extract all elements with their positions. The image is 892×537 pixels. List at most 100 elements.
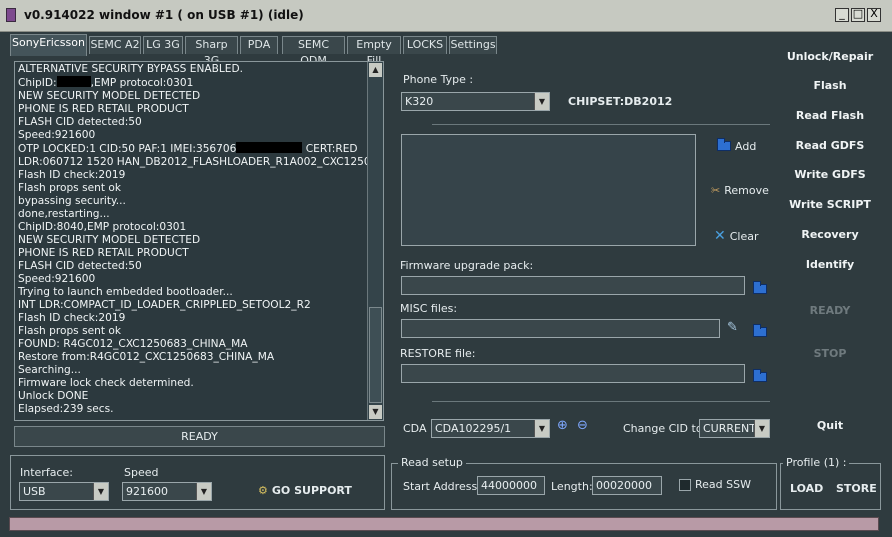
progress-bar <box>9 517 879 531</box>
change-cid-select[interactable]: CURRENT ▼ <box>699 419 770 438</box>
log-line: ChipID:8040,EMP protocol:0301 <box>18 221 187 233</box>
log-line: Speed:921600 <box>18 273 96 285</box>
folder-icon[interactable] <box>753 324 767 337</box>
log-panel[interactable]: ALTERNATIVE SECURITY BYPASS ENABLED. Chi… <box>14 61 384 421</box>
write-gdfs-button[interactable]: Write GDFS <box>780 168 880 181</box>
interface-select[interactable]: USB ▼ <box>19 482 109 501</box>
store-profile-button[interactable]: STORE <box>836 482 877 495</box>
tab-empty-fill[interactable]: Empty Fill <box>347 36 401 67</box>
load-profile-button[interactable]: LOAD <box>790 482 823 495</box>
maximize-button[interactable]: □ <box>851 7 865 22</box>
log-line-text: ChipID: <box>18 77 57 89</box>
add-button[interactable]: Add <box>717 138 757 153</box>
flash-button[interactable]: Flash <box>780 79 880 92</box>
log-line: PHONE IS RED RETAIL PRODUCT <box>18 103 189 115</box>
ready-indicator: READY <box>809 304 851 317</box>
tab-lg-3g[interactable]: LG 3G <box>143 36 183 54</box>
speed-value: 921600 <box>126 485 168 498</box>
cda-label: CDA <box>403 422 427 435</box>
add-label: Add <box>735 140 757 153</box>
maximize-icon: □ <box>852 7 864 20</box>
speed-label: Speed <box>124 466 159 479</box>
close-button[interactable]: X <box>867 7 881 22</box>
clear-label: Clear <box>729 230 759 243</box>
phone-type-select[interactable]: K320 ▼ <box>401 92 550 111</box>
log-line: Flash ID check:2019 <box>18 169 126 181</box>
log-line: Firmware lock check determined. <box>18 377 194 389</box>
restore-field[interactable] <box>401 364 745 383</box>
tab-pda[interactable]: PDA <box>240 36 278 54</box>
log-line: bypassing security... <box>18 195 126 207</box>
clear-icon: ✕ <box>714 228 726 244</box>
log-line: OTP LOCKED:1 CID:50 PAF:1 IMEI:356706 CE… <box>18 142 368 156</box>
start-address-label: Start Address: <box>403 480 481 493</box>
minimize-icon: _ <box>839 7 845 20</box>
folder-icon[interactable] <box>753 369 767 382</box>
interface-value: USB <box>23 485 46 498</box>
log-line: NEW SECURITY MODEL DETECTED <box>18 234 201 246</box>
cda-select[interactable]: CDA102295/1 ▼ <box>431 419 550 438</box>
remove-cda-icon[interactable]: ⊖ <box>577 418 588 433</box>
change-cid-label: Change CID to <box>623 422 703 435</box>
write-script-button[interactable]: Write SCRIPT <box>780 198 880 211</box>
log-lines: ALTERNATIVE SECURITY BYPASS ENABLED. Chi… <box>18 63 384 416</box>
scroll-thumb[interactable] <box>369 307 382 403</box>
window-title: v0.914022 window #1 ( on USB #1) (idle) <box>24 8 304 22</box>
log-line: FLASH CID detected:50 <box>18 260 142 272</box>
tab-semc-odm[interactable]: SEMC ODM <box>282 36 345 67</box>
cda-value: CDA102295/1 <box>435 422 512 435</box>
divider <box>432 401 770 402</box>
misc-field[interactable] <box>401 319 720 338</box>
quit-button[interactable]: Quit <box>780 419 880 432</box>
read-gdfs-button[interactable]: Read GDFS <box>780 139 880 152</box>
chevron-down-icon: ▼ <box>93 483 108 500</box>
scroll-up-icon[interactable]: ▲ <box>369 63 382 77</box>
identify-button[interactable]: Identify <box>780 258 880 271</box>
minimize-button[interactable]: _ <box>835 7 849 22</box>
scroll-down-icon[interactable]: ▼ <box>369 405 382 419</box>
title-bar: v0.914022 window #1 ( on USB #1) (idle) … <box>0 0 892 32</box>
remove-label: Remove <box>724 184 769 197</box>
tab-sharp-3g[interactable]: Sharp 3G <box>185 36 238 67</box>
change-cid-value: CURRENT <box>703 422 756 435</box>
log-line-text: CERT:RED <box>302 143 358 155</box>
tab-locks[interactable]: LOCKS <box>403 36 447 54</box>
read-flash-button[interactable]: Read Flash <box>780 109 880 122</box>
log-line: PHONE IS RED RETAIL PRODUCT <box>18 247 189 259</box>
read-ssw-checkbox[interactable] <box>679 479 691 491</box>
add-cda-icon[interactable]: ⊕ <box>557 418 568 433</box>
go-support-button[interactable]: ⚙ GO SUPPORT <box>258 484 352 497</box>
length-field[interactable]: 00020000 <box>592 476 662 495</box>
remove-button[interactable]: ✂ Remove <box>711 184 769 197</box>
log-line: LDR:060712 1520 HAN_DB2012_FLASHLOADER_R… <box>18 156 384 168</box>
log-line: ALTERNATIVE SECURITY BYPASS ENABLED. <box>18 63 244 75</box>
clear-button[interactable]: ✕ Clear <box>714 228 759 244</box>
stop-button[interactable]: STOP <box>780 347 880 360</box>
tab-semc-a2[interactable]: SEMC A2 <box>89 36 141 54</box>
start-address-field[interactable]: 44000000 <box>477 476 545 495</box>
tab-settings[interactable]: Settings <box>449 36 497 54</box>
recovery-button[interactable]: Recovery <box>780 228 880 241</box>
read-setup-title: Read setup <box>398 456 466 469</box>
folder-icon[interactable] <box>753 281 767 294</box>
log-line: Searching... <box>18 364 81 376</box>
read-setup-group: Read setup Start Address: 44000000 Lengt… <box>391 456 777 510</box>
log-line: Flash ID check:2019 <box>18 312 126 324</box>
speed-select[interactable]: 921600 ▼ <box>122 482 212 501</box>
chevron-down-icon: ▼ <box>534 93 549 110</box>
edit-icon[interactable]: ✎ <box>727 320 738 335</box>
chevron-down-icon: ▼ <box>196 483 211 500</box>
tab-sonyericsson[interactable]: SonyEricsson <box>10 34 87 56</box>
phone-type-label: Phone Type : <box>403 73 474 86</box>
log-line: Flash props sent ok <box>18 325 121 337</box>
file-list[interactable] <box>401 134 696 246</box>
redacted-block <box>56 76 91 87</box>
interface-group: Interface: USB ▼ Speed 921600 ▼ ⚙ GO SUPP… <box>10 455 385 510</box>
chipset-label: CHIPSET:DB2012 <box>568 95 673 108</box>
restore-label: RESTORE file: <box>400 347 476 360</box>
log-line: Elapsed:239 secs. <box>18 403 114 415</box>
firmware-label: Firmware upgrade pack: <box>400 259 534 272</box>
log-scrollbar[interactable]: ▲ ▼ <box>367 62 383 420</box>
unlock-repair-button[interactable]: Unlock/Repair <box>780 50 880 63</box>
firmware-field[interactable] <box>401 276 745 295</box>
